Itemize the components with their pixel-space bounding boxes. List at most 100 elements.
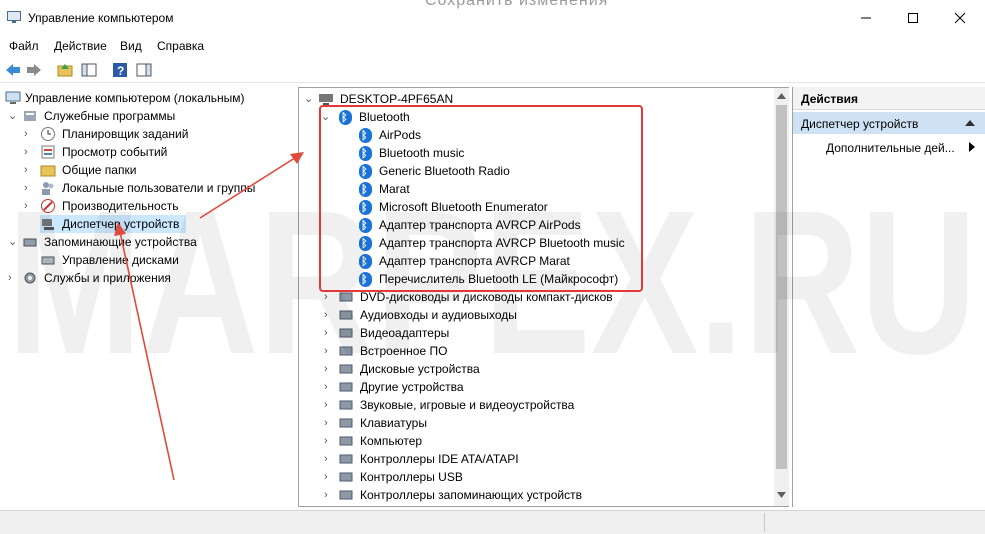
- services-icon: [24, 272, 36, 284]
- chevron-down-icon[interactable]: ⌄: [304, 90, 314, 108]
- back-arrow-icon[interactable]: [4, 61, 22, 79]
- tree-label: Служебные программы: [44, 109, 176, 123]
- forward-arrow-icon[interactable]: [25, 61, 43, 79]
- chevron-right-icon[interactable]: ›: [24, 143, 34, 161]
- console-tree-icon[interactable]: [80, 61, 98, 79]
- tree-label: Управление компьютером (локальным): [25, 91, 245, 105]
- chevron-right-icon[interactable]: ›: [324, 414, 334, 432]
- menu-view[interactable]: Вид: [120, 39, 142, 53]
- actions-header-label: Действия: [801, 92, 859, 106]
- category-label: Контроллеры USB: [360, 470, 463, 484]
- disk-icon: [41, 256, 55, 265]
- show-action-pane-icon[interactable]: [135, 61, 153, 79]
- dvd-drive-icon: [339, 292, 353, 302]
- event-log-icon: [41, 145, 55, 159]
- chevron-right-icon[interactable]: ›: [324, 360, 334, 378]
- chevron-down-icon[interactable]: ⌄: [8, 107, 18, 125]
- bluetooth-icon: [359, 271, 375, 289]
- category-label: Другие устройства: [360, 380, 464, 394]
- device-tree-scrollbar[interactable]: [774, 88, 789, 506]
- submenu-arrow-icon: [969, 142, 975, 152]
- tree-label: Локальные пользователи и группы: [62, 181, 256, 195]
- device-label: Generic Bluetooth Radio: [379, 164, 510, 178]
- scroll-down-icon[interactable]: [777, 492, 786, 498]
- shared-folder-icon: [40, 165, 56, 177]
- category-label: М: [360, 504, 370, 506]
- chevron-down-icon[interactable]: ⌄: [8, 233, 18, 251]
- scroll-up-icon[interactable]: [777, 93, 786, 99]
- actions-header: Действия: [793, 87, 985, 110]
- category-label: DVD-дисководы и дисководы компакт-дисков: [360, 290, 613, 304]
- monitor-icon: [338, 505, 354, 507]
- tree-label: Диспетчер устройств: [62, 217, 180, 231]
- maximize-button[interactable]: [890, 0, 936, 36]
- bluetooth-icon: [359, 145, 375, 163]
- chevron-right-icon[interactable]: ›: [324, 378, 334, 396]
- tools-icon: [24, 111, 36, 121]
- actions-more[interactable]: Дополнительные дей...: [793, 137, 985, 157]
- bluetooth-icon: [339, 109, 355, 127]
- category-label: Дисковые устройства: [360, 362, 480, 376]
- window-title: Управление компьютером: [28, 11, 174, 25]
- device-label: Marat: [379, 182, 410, 196]
- collapse-up-icon[interactable]: [965, 120, 975, 126]
- menu-action[interactable]: Действие: [54, 39, 107, 53]
- chevron-right-icon[interactable]: ›: [324, 432, 334, 450]
- device-label: Microsoft Bluetooth Enumerator: [379, 200, 548, 214]
- root-label: DESKTOP-4PF65AN: [340, 92, 454, 106]
- chevron-right-icon[interactable]: ›: [324, 288, 334, 306]
- computer-management-icon: [7, 11, 21, 23]
- actions-more-label: Дополнительные дей...: [826, 141, 955, 155]
- chevron-right-icon[interactable]: ›: [324, 396, 334, 414]
- menu-help[interactable]: Справка: [157, 39, 204, 53]
- chevron-right-icon[interactable]: ›: [24, 179, 34, 197]
- usb-controller-icon: [339, 472, 353, 482]
- category-label: Встроенное ПО: [360, 344, 448, 358]
- bluetooth-icon: [359, 127, 375, 145]
- category-label: Контроллеры запоминающих устройств: [360, 488, 582, 502]
- help-icon[interactable]: ?: [111, 61, 129, 79]
- chevron-right-icon[interactable]: ›: [324, 504, 334, 506]
- users-icon: [42, 182, 54, 195]
- up-folder-icon[interactable]: [56, 61, 74, 79]
- actions-section-label: Диспетчер устройств: [801, 117, 919, 131]
- chevron-right-icon[interactable]: ›: [324, 306, 334, 324]
- tree-label: Производительность: [62, 199, 179, 213]
- chevron-right-icon[interactable]: ›: [324, 486, 334, 504]
- tree-label: Общие папки: [62, 163, 137, 177]
- chevron-right-icon[interactable]: ›: [324, 450, 334, 468]
- computer-icon: [5, 91, 21, 104]
- minimize-button[interactable]: [843, 0, 889, 36]
- chevron-right-icon[interactable]: ›: [324, 324, 334, 342]
- category-label: Аудиовходы и аудиовыходы: [360, 308, 517, 322]
- chevron-right-icon[interactable]: ›: [324, 342, 334, 360]
- title-bar: Управление компьютером Сохранить изменен…: [0, 0, 985, 36]
- chevron-right-icon[interactable]: ›: [8, 269, 18, 287]
- close-button[interactable]: [937, 0, 983, 36]
- menu-bar: Файл Действие Вид Справка: [0, 36, 985, 56]
- bluetooth-icon: [359, 199, 375, 217]
- clock-icon: [41, 127, 55, 141]
- menu-file[interactable]: Файл: [9, 39, 39, 53]
- tree-device-manager[interactable]: Диспетчер устройств: [40, 215, 186, 233]
- device-tree: ⌄ DESKTOP-4PF65AN ⌄ Bluetooth AirPods Blu…: [298, 87, 789, 507]
- close-icon: [954, 12, 966, 24]
- chevron-down-icon[interactable]: ⌄: [321, 108, 331, 126]
- firmware-icon: [339, 346, 353, 356]
- computer-icon: [319, 94, 333, 105]
- chevron-right-icon[interactable]: ›: [24, 197, 34, 215]
- computer-icon: [339, 436, 353, 446]
- chevron-right-icon[interactable]: ›: [24, 125, 34, 143]
- actions-section-device-manager[interactable]: Диспетчер устройств: [793, 112, 985, 134]
- device-label: Адаптер транспорта AVRCP Marat: [379, 254, 570, 268]
- keyboard-icon: [339, 418, 353, 428]
- tree-label: Службы и приложения: [44, 271, 171, 285]
- toolbar: ?: [0, 58, 985, 83]
- chevron-right-icon[interactable]: ›: [324, 468, 334, 486]
- tree-label: Запоминающие устройства: [44, 235, 197, 249]
- scroll-thumb[interactable]: [776, 105, 787, 469]
- minimize-icon: [861, 17, 871, 19]
- bluetooth-icon: [359, 253, 375, 271]
- chevron-right-icon[interactable]: ›: [24, 161, 34, 179]
- device-manager-icon: [42, 219, 54, 230]
